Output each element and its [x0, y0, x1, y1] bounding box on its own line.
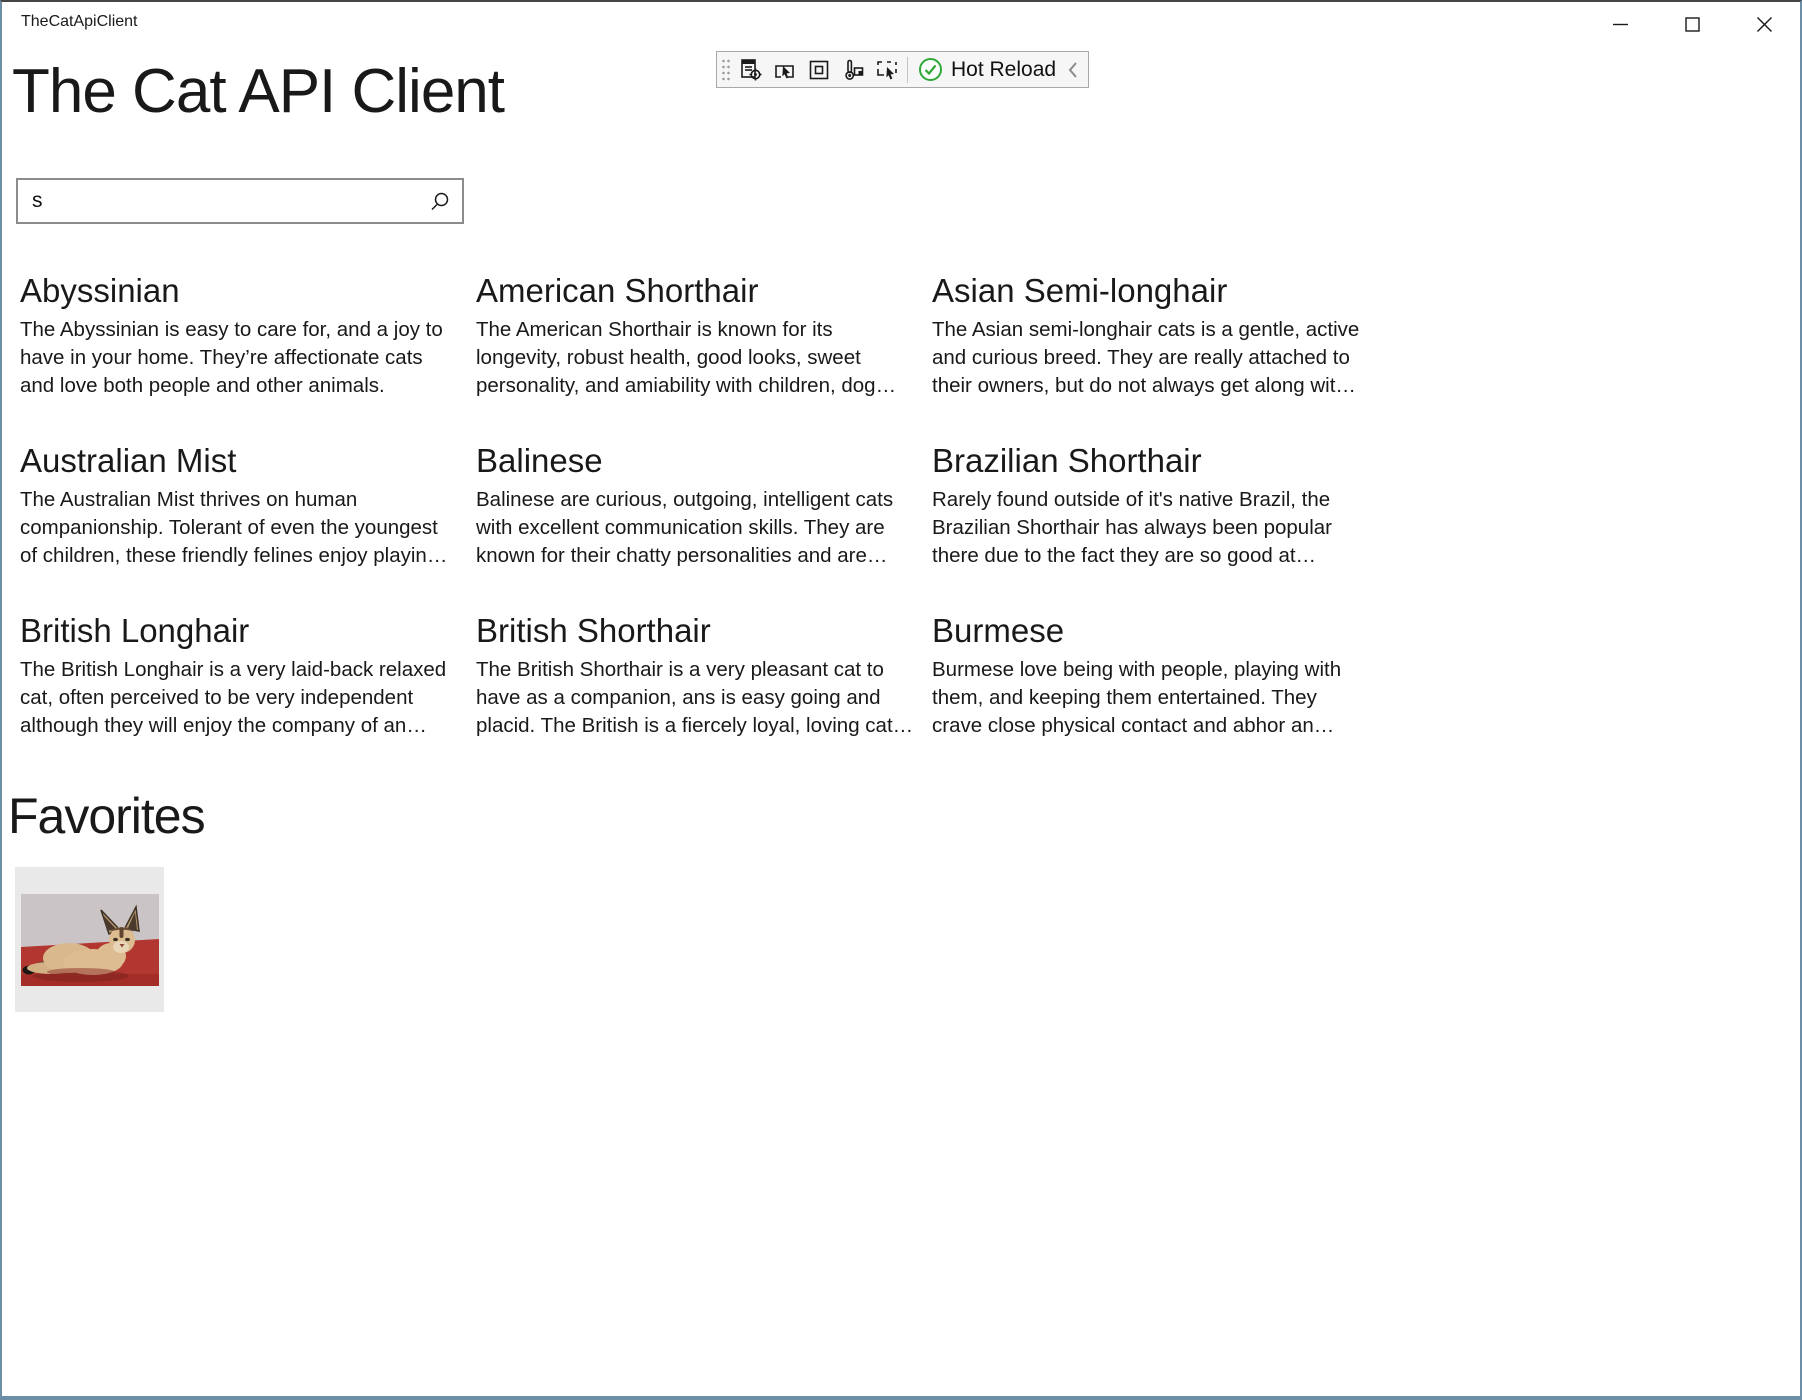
app-window: TheCatApiClient: [0, 0, 1802, 1400]
page-title: The Cat API Client: [12, 52, 504, 132]
track-focused-element-button[interactable]: [836, 54, 870, 85]
chevron-left-icon: [1067, 61, 1079, 79]
hot-reload-button[interactable]: Hot Reload: [914, 54, 1062, 85]
breed-item-british-longhair[interactable]: British Longhair The British Longhair is…: [20, 610, 460, 742]
maximize-button[interactable]: [1656, 2, 1728, 46]
breed-name: Asian Semi-longhair: [932, 270, 1372, 312]
favorite-cat-photo: [21, 894, 159, 986]
favorites-heading: Favorites: [8, 784, 205, 848]
breed-description: Balinese are curious, outgoing, intellig…: [476, 486, 916, 570]
close-button[interactable]: [1728, 2, 1800, 46]
search-icon: [429, 190, 451, 212]
window-controls: [1584, 2, 1800, 46]
search-input[interactable]: [18, 180, 418, 222]
title-bar: TheCatApiClient: [2, 2, 1800, 46]
breed-name: Brazilian Shorthair: [932, 440, 1372, 482]
breed-item-abyssinian[interactable]: Abyssinian The Abyssinian is easy to car…: [20, 270, 460, 402]
minimize-icon: [1612, 16, 1629, 33]
enable-selection-button[interactable]: [768, 54, 802, 85]
favorite-item[interactable]: [15, 867, 164, 1012]
breed-description: The Asian semi-longhair cats is a gentle…: [932, 316, 1372, 400]
xaml-debug-toolbar: Hot Reload: [716, 51, 1089, 88]
breed-list: Abyssinian The Abyssinian is easy to car…: [20, 270, 1372, 742]
search-box: [16, 178, 464, 224]
breed-description: The American Shorthair is known for its …: [476, 316, 916, 400]
breed-name: Abyssinian: [20, 270, 460, 312]
breed-item-australian-mist[interactable]: Australian Mist The Australian Mist thri…: [20, 440, 460, 572]
breed-item-balinese[interactable]: Balinese Balinese are curious, outgoing,…: [476, 440, 916, 572]
breed-name: Burmese: [932, 610, 1372, 652]
hot-reload-ok-icon: [918, 57, 943, 82]
breed-description: The Australian Mist thrives on human com…: [20, 486, 460, 570]
search-button[interactable]: [418, 180, 462, 222]
breed-name: British Longhair: [20, 610, 460, 652]
track-focused-element-icon: [840, 57, 866, 83]
breed-description: Burmese love being with people, playing …: [932, 656, 1372, 740]
layout-adornments-icon: [806, 57, 832, 83]
selection-cursor-icon: [772, 57, 798, 83]
in-app-selection-icon: [874, 57, 900, 83]
breed-name: Balinese: [476, 440, 916, 482]
hot-reload-label: Hot Reload: [951, 58, 1056, 82]
close-icon: [1756, 16, 1773, 33]
breed-name: British Shorthair: [476, 610, 916, 652]
minimize-button[interactable]: [1584, 2, 1656, 46]
live-visual-tree-icon: [738, 57, 764, 83]
window-title: TheCatApiClient: [21, 13, 138, 31]
breed-item-british-shorthair[interactable]: British Shorthair The British Shorthair …: [476, 610, 916, 742]
toolbar-separator: [907, 57, 908, 83]
toolbar-collapse-button[interactable]: [1062, 54, 1084, 85]
enable-in-app-selection-button[interactable]: [870, 54, 904, 85]
breed-description: Rarely found outside of it's native Braz…: [932, 486, 1372, 570]
breed-name: American Shorthair: [476, 270, 916, 312]
display-layout-adornments-button[interactable]: [802, 54, 836, 85]
breed-item-burmese[interactable]: Burmese Burmese love being with people, …: [932, 610, 1372, 742]
breed-description: The British Longhair is a very laid-back…: [20, 656, 460, 740]
breed-item-brazilian-shorthair[interactable]: Brazilian Shorthair Rarely found outside…: [932, 440, 1372, 572]
toolbar-drag-grip[interactable]: [720, 57, 731, 83]
maximize-icon: [1684, 16, 1701, 33]
breed-item-asian-semi-longhair[interactable]: Asian Semi-longhair The Asian semi-longh…: [932, 270, 1372, 402]
go-to-live-visual-tree-button[interactable]: [734, 54, 768, 85]
breed-name: Australian Mist: [20, 440, 460, 482]
breed-description: The British Shorthair is a very pleasant…: [476, 656, 916, 740]
breed-item-american-shorthair[interactable]: American Shorthair The American Shorthai…: [476, 270, 916, 402]
breed-description: The Abyssinian is easy to care for, and …: [20, 316, 460, 400]
